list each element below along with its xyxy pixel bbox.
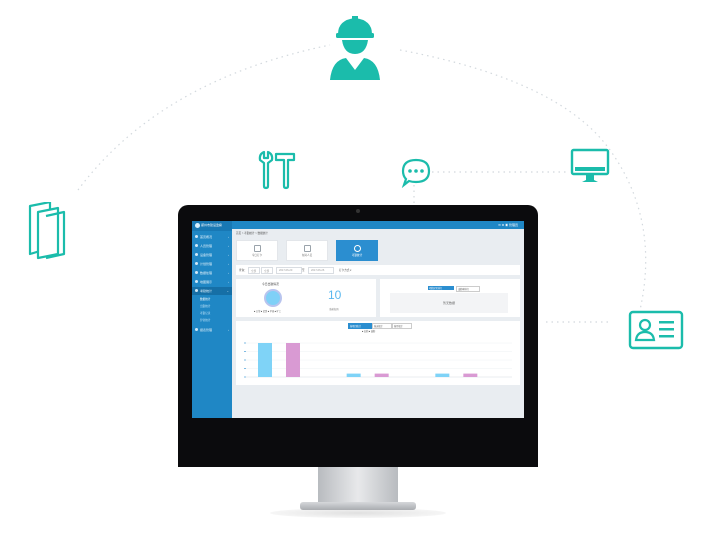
date-to-input[interactable]: 2017-06-26 (308, 267, 334, 274)
sidebar-item-attendance[interactable]: 考勤统计 ⌄ (192, 287, 232, 295)
empty-state: 暂无数据 (390, 293, 508, 313)
sidebar-item-label: 考勤统计 (200, 289, 213, 293)
documents-icon (28, 200, 68, 260)
monitor-stand (318, 466, 398, 506)
tile-label: 考勤统计 (351, 254, 363, 257)
bar-series-0-cat-1[interactable] (346, 373, 361, 377)
chevron-icon: › (228, 253, 229, 257)
attendance-overview-panel: 今日出勤情况 ■ 正常 ■ 迟到 ■ 早退 ■ 旷工 10 当前在岗 (236, 279, 376, 317)
sidebar-item-data[interactable]: 数据处理 › (192, 269, 232, 277)
calendar-icon (254, 245, 261, 252)
chat-bubble-icon (400, 157, 432, 189)
chevron-icon: › (228, 271, 229, 275)
filter-select-1[interactable]: 全部 (248, 267, 260, 274)
chart-icon (195, 289, 198, 292)
ranking-panel: 考勤异常排行 出勤率排行 暂无数据 (380, 279, 520, 317)
bar-series-0-cat-0[interactable] (258, 343, 272, 377)
chevron-icon: › (228, 244, 229, 248)
tab-attendance-rate[interactable]: 出勤率排行 (456, 286, 480, 292)
app-logo[interactable]: 郑州市建设监察 (192, 221, 232, 231)
sidebar-item-label: 设备管理 (200, 253, 213, 257)
panel-title: 今日出勤情况 (262, 282, 279, 286)
home-icon (195, 235, 198, 238)
monitor-base (300, 502, 416, 510)
tab-label: 出勤率排行 (458, 289, 469, 291)
sidebar-item-plans[interactable]: 计划管理 › (192, 260, 232, 268)
filter-label: 查询： (239, 269, 247, 272)
tools-icon (256, 150, 298, 190)
sidebar-subitem[interactable]: 考勤记录 (200, 311, 210, 315)
app-screen: 郑州市建设监察 首页概况 › 人员管理 › 设备管理 › 计划管理 › 数据处理 › 地图… (192, 221, 524, 418)
sidebar-item-reports[interactable]: 报表管理 › (192, 326, 232, 334)
sidebar-item-map[interactable]: 地图展示 › (192, 278, 232, 286)
app-title: 郑州市建设监察 (201, 223, 223, 227)
plan-icon (195, 262, 198, 265)
monitor-icon (570, 148, 610, 184)
person-icon (304, 245, 311, 252)
monitor-bezel: 郑州市建设监察 首页概况 › 人员管理 › 设备管理 › 计划管理 › 数据处理 › 地图… (178, 205, 538, 467)
tile-today-clock[interactable]: 今日打卡 (236, 240, 278, 261)
chevron-icon: › (228, 262, 229, 266)
user-icon (195, 244, 198, 247)
statistics-chart-panel: 按项目统计 按天统计 按月统计 ■ 出勤 ■ 缺勤 (236, 321, 520, 385)
sidebar-item-devices[interactable]: 设备管理 › (192, 251, 232, 259)
date-separator: 至 (302, 269, 305, 272)
sidebar-item-label: 报表管理 (200, 328, 213, 332)
tile-on-duty[interactable]: 在岗人员 (286, 240, 328, 261)
chevron-icon: › (228, 280, 229, 284)
top-bar-actions[interactable]: ✉ ⚙ ◉ 管理员 (498, 223, 518, 227)
bar-series-1-cat-2[interactable] (463, 373, 478, 377)
map-icon (195, 280, 198, 283)
sidebar-item-label: 地图展示 (200, 280, 213, 284)
logo-mark-icon (195, 223, 200, 228)
tile-label: 今日打卡 (251, 254, 263, 257)
chevron-icon: ⌄ (226, 289, 229, 293)
tile-statistics[interactable]: 考勤统计 (336, 240, 378, 261)
sidebar-item-home[interactable]: 首页概况 › (192, 233, 232, 241)
clock-method-select[interactable]: 打卡方式 ▾ (339, 268, 351, 272)
id-card-icon (628, 310, 684, 350)
attendance-donut (264, 289, 282, 307)
report-icon (195, 328, 198, 331)
bar-series-1-cat-0[interactable] (286, 343, 300, 377)
sidebar-subitem[interactable]: 出勤统计 (200, 304, 210, 308)
tab-abnormal-ranking[interactable]: 考勤异常排行 (428, 286, 454, 290)
bar-series-0-cat-2[interactable] (435, 373, 450, 377)
sidebar-item-label: 计划管理 (200, 262, 213, 266)
chevron-icon: › (228, 328, 229, 332)
breadcrumb: 首页 > 考勤统计 > 数据统计 (236, 232, 268, 235)
bar-chart (244, 342, 512, 378)
data-icon (195, 271, 198, 274)
sidebar-item-label: 人员管理 (200, 244, 213, 248)
filter-select-2-value: 全部 (264, 270, 270, 273)
date-from-input[interactable]: 2017-06-20 (276, 267, 302, 274)
filter-select-1-value: 全部 (251, 270, 257, 273)
filter-select-2[interactable]: 全部 (261, 267, 273, 274)
empty-state-text: 暂无数据 (442, 301, 455, 305)
camera (356, 209, 360, 213)
donut-legend: ■ 正常 ■ 迟到 ■ 早退 ■ 旷工 (254, 311, 282, 313)
date-to-value: 2017-06-26 (311, 269, 325, 272)
sidebar-subitem[interactable]: 数据统计 (200, 297, 210, 301)
sidebar-item-personnel[interactable]: 人员管理 › (192, 242, 232, 250)
filter-bar: 查询： 全部 全部 2017-06-20 至 2017-06-26 打卡方式 ▾ (236, 265, 520, 275)
sidebar-item-label: 数据处理 (200, 271, 213, 275)
bar-series-1-cat-1[interactable] (374, 373, 389, 377)
tab-label: 考勤异常排行 (429, 288, 443, 290)
chevron-icon: › (228, 235, 229, 239)
sidebar-item-label: 首页概况 (200, 235, 213, 239)
date-from-value: 2017-06-20 (279, 269, 293, 272)
pie-icon (354, 245, 361, 252)
on-duty-count: 10 (328, 288, 342, 302)
on-duty-label: 当前在岗 (329, 308, 339, 311)
tile-label: 在岗人员 (301, 254, 313, 257)
top-bar: ✉ ⚙ ◉ 管理员 (232, 221, 524, 229)
device-icon (195, 253, 198, 256)
sidebar-subitem[interactable]: 异常统计 (200, 318, 210, 322)
worker-helmet-icon (326, 12, 384, 82)
